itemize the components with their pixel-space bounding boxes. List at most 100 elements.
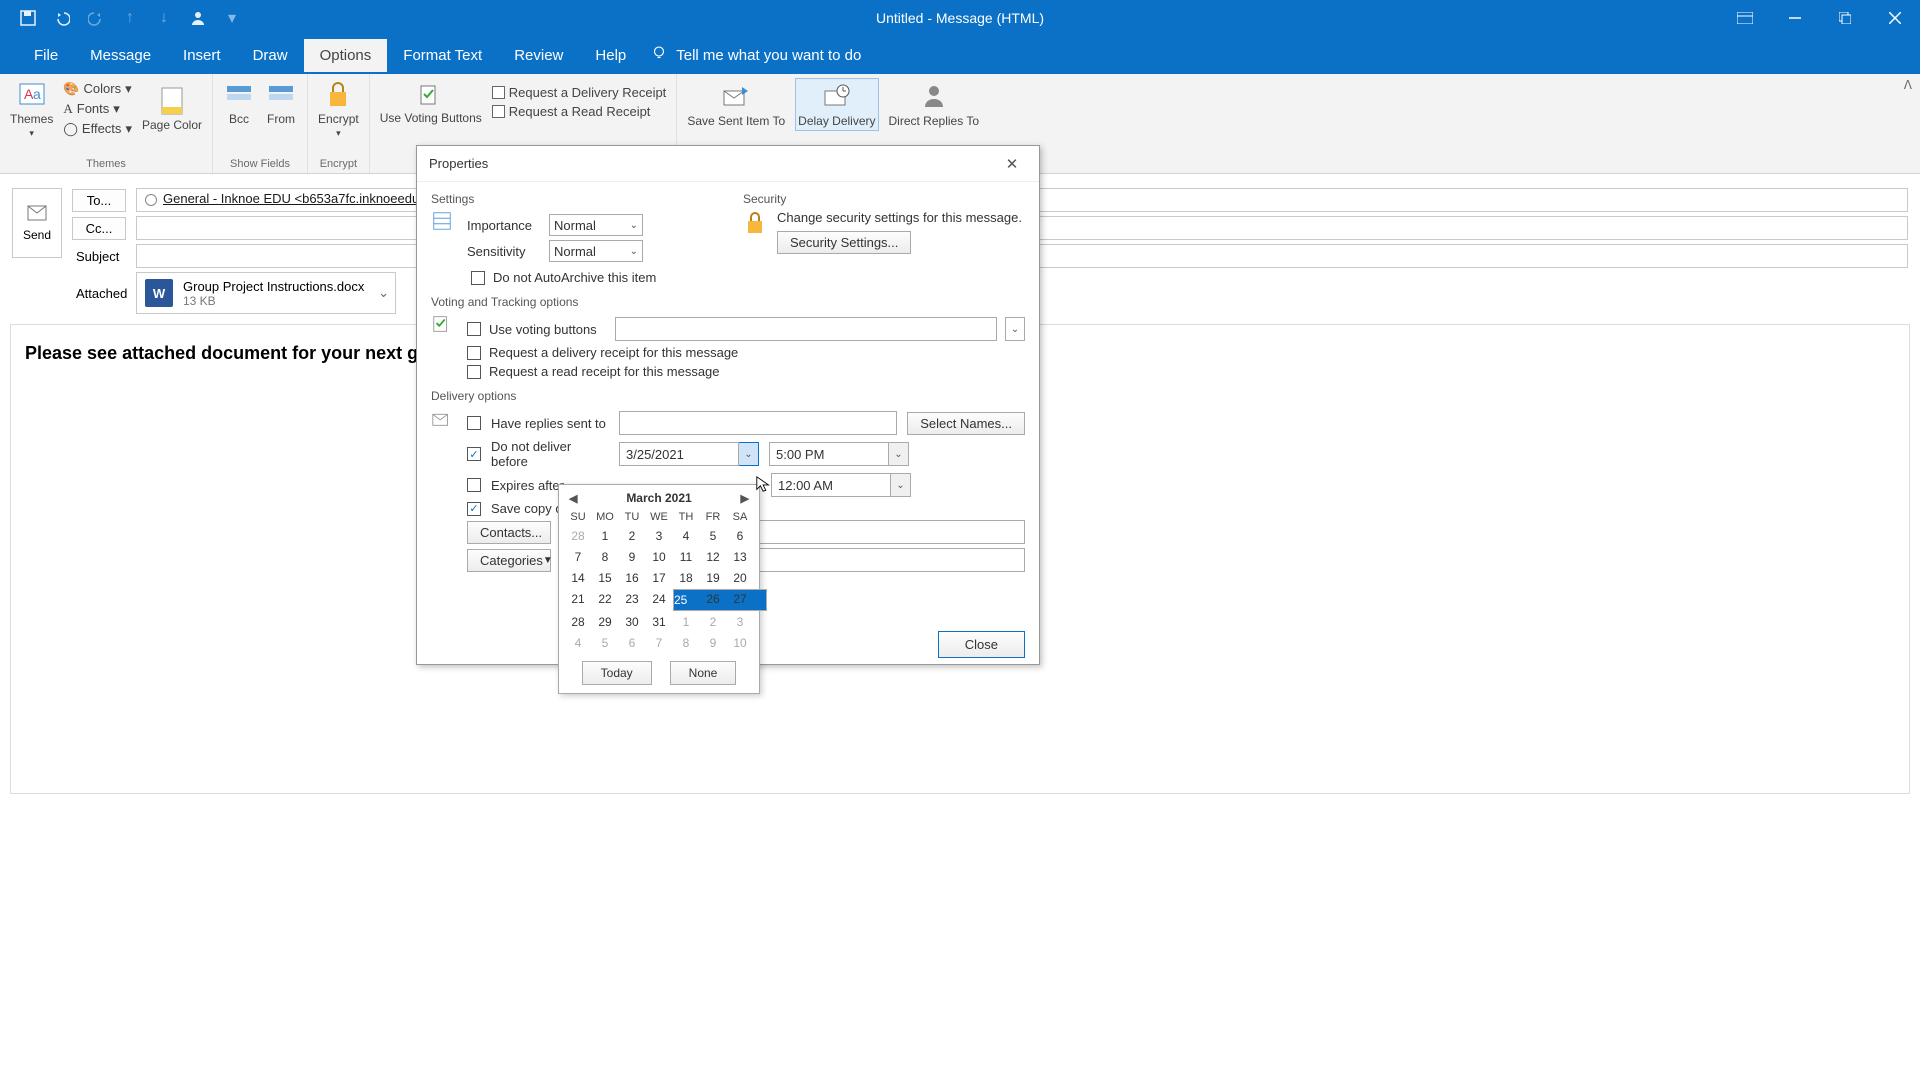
- calendar-day[interactable]: 4: [565, 633, 591, 653]
- calendar-day[interactable]: 10: [727, 633, 753, 653]
- use-voting-checkbox[interactable]: [467, 322, 481, 336]
- to-button[interactable]: To...: [72, 189, 126, 212]
- dialog-close-icon[interactable]: ✕: [997, 155, 1027, 173]
- calendar-day[interactable]: 9: [619, 547, 645, 567]
- calendar-day[interactable]: 12: [700, 547, 726, 567]
- calendar-day[interactable]: 21: [565, 589, 591, 611]
- voting-options-field[interactable]: [615, 317, 997, 341]
- calendar-day[interactable]: 28: [565, 526, 591, 546]
- calendar-day[interactable]: 17: [646, 568, 672, 588]
- none-button[interactable]: None: [670, 661, 737, 685]
- replies-field[interactable]: [619, 411, 897, 435]
- themes-button[interactable]: Aa Themes▾: [10, 78, 53, 139]
- deliver-time-field[interactable]: 5:00 PM: [769, 442, 889, 466]
- tell-me[interactable]: Tell me what you want to do: [650, 44, 861, 66]
- tab-insert[interactable]: Insert: [167, 39, 237, 72]
- page-color-button[interactable]: Page Color: [142, 85, 202, 132]
- deliver-date-combo[interactable]: 3/25/2021 ⌄: [619, 442, 759, 466]
- minimize-icon[interactable]: [1770, 0, 1820, 36]
- calendar-day[interactable]: 1: [673, 612, 699, 632]
- calendar-day[interactable]: 7: [646, 633, 672, 653]
- expires-checkbox[interactable]: [467, 478, 481, 492]
- calendar-day[interactable]: 9: [700, 633, 726, 653]
- tab-options[interactable]: Options: [304, 39, 388, 72]
- save-copy-checkbox[interactable]: [467, 502, 481, 516]
- close-icon[interactable]: [1870, 0, 1920, 36]
- attachment-chip[interactable]: W Group Project Instructions.docx 13 KB …: [136, 272, 396, 314]
- tab-review[interactable]: Review: [498, 39, 579, 72]
- today-button[interactable]: Today: [582, 661, 652, 685]
- calendar-day[interactable]: 15: [592, 568, 618, 588]
- calendar-day[interactable]: 5: [592, 633, 618, 653]
- categories-button[interactable]: Categories▼: [467, 549, 551, 572]
- voting-dropdown-icon[interactable]: ⌄: [1005, 317, 1025, 341]
- effects-button[interactable]: ◯Effects ▾: [63, 119, 132, 139]
- importance-select[interactable]: Normal⌄: [549, 214, 643, 236]
- collapse-ribbon-icon[interactable]: ᐱ: [1904, 78, 1912, 92]
- calendar-day[interactable]: 4: [673, 526, 699, 546]
- calendar-day[interactable]: 8: [592, 547, 618, 567]
- expires-time-combo[interactable]: 12:00 AM ⌄: [771, 473, 911, 497]
- calendar-day[interactable]: 26: [700, 589, 726, 611]
- sensitivity-select[interactable]: Normal⌄: [549, 240, 643, 262]
- calendar-day[interactable]: 29: [592, 612, 618, 632]
- deliver-time-combo[interactable]: 5:00 PM ⌄: [769, 442, 909, 466]
- undo-icon[interactable]: [54, 10, 70, 26]
- tab-file[interactable]: File: [18, 39, 74, 72]
- ribbon-mode-icon[interactable]: [1720, 0, 1770, 36]
- more-icon[interactable]: ▾: [224, 10, 240, 26]
- tab-format-text[interactable]: Format Text: [387, 39, 498, 72]
- contacts-button[interactable]: Contacts...: [467, 521, 551, 544]
- maximize-icon[interactable]: [1820, 0, 1870, 36]
- prev-month-icon[interactable]: ◀: [565, 492, 581, 505]
- calendar-day[interactable]: 19: [700, 568, 726, 588]
- select-names-button[interactable]: Select Names...: [907, 412, 1025, 435]
- calendar-day[interactable]: 23: [619, 589, 645, 611]
- expires-time-dropdown-icon[interactable]: ⌄: [891, 473, 911, 497]
- colors-button[interactable]: 🎨Colors ▾: [63, 79, 132, 99]
- calendar-day[interactable]: 16: [619, 568, 645, 588]
- cc-button[interactable]: Cc...: [72, 217, 126, 240]
- direct-replies-button[interactable]: Direct Replies To: [889, 81, 979, 128]
- request-delivery-receipt[interactable]: Request a Delivery Receipt: [492, 83, 667, 102]
- calendar-day[interactable]: 11: [673, 547, 699, 567]
- next-month-icon[interactable]: ▶: [737, 492, 753, 505]
- calendar-day[interactable]: 14: [565, 568, 591, 588]
- security-settings-button[interactable]: Security Settings...: [777, 231, 911, 254]
- calendar-day[interactable]: 31: [646, 612, 672, 632]
- calendar-day[interactable]: 5: [700, 526, 726, 546]
- tab-help[interactable]: Help: [579, 39, 642, 72]
- read-receipt-checkbox[interactable]: [467, 365, 481, 379]
- deliver-date-dropdown-icon[interactable]: ⌄: [739, 442, 759, 466]
- calendar-day[interactable]: 10: [646, 547, 672, 567]
- close-button[interactable]: Close: [938, 631, 1025, 658]
- save-icon[interactable]: [20, 10, 36, 26]
- calendar-day[interactable]: 6: [727, 526, 753, 546]
- calendar-day[interactable]: 24: [646, 589, 672, 611]
- bcc-button[interactable]: Bcc: [223, 78, 255, 126]
- calendar-day[interactable]: 2: [700, 612, 726, 632]
- calendar-day[interactable]: 2: [619, 526, 645, 546]
- send-button[interactable]: Send: [12, 188, 62, 258]
- save-sent-button[interactable]: Save Sent Item To: [687, 81, 785, 128]
- calendar-day[interactable]: 20: [727, 568, 753, 588]
- delivery-receipt-checkbox[interactable]: [467, 346, 481, 360]
- calendar-day[interactable]: 8: [673, 633, 699, 653]
- replies-checkbox[interactable]: [467, 416, 481, 430]
- fonts-button[interactable]: AFonts ▾: [63, 99, 132, 119]
- delay-delivery-button[interactable]: Delay Delivery: [795, 78, 878, 131]
- from-button[interactable]: From: [265, 78, 297, 126]
- calendar-day[interactable]: 13: [727, 547, 753, 567]
- calendar-day[interactable]: 6: [619, 633, 645, 653]
- chevron-down-icon[interactable]: ⌄: [378, 285, 389, 301]
- calendar-day[interactable]: 3: [646, 526, 672, 546]
- redo-icon[interactable]: [88, 10, 104, 26]
- person-icon[interactable]: [190, 10, 206, 26]
- no-autoarchive-checkbox[interactable]: [471, 271, 485, 285]
- calendar-day[interactable]: 30: [619, 612, 645, 632]
- do-not-deliver-checkbox[interactable]: [467, 447, 481, 461]
- calendar-day[interactable]: 27: [727, 589, 753, 611]
- tab-message[interactable]: Message: [74, 39, 167, 72]
- encrypt-button[interactable]: Encrypt▾: [318, 78, 359, 139]
- calendar-day[interactable]: 18: [673, 568, 699, 588]
